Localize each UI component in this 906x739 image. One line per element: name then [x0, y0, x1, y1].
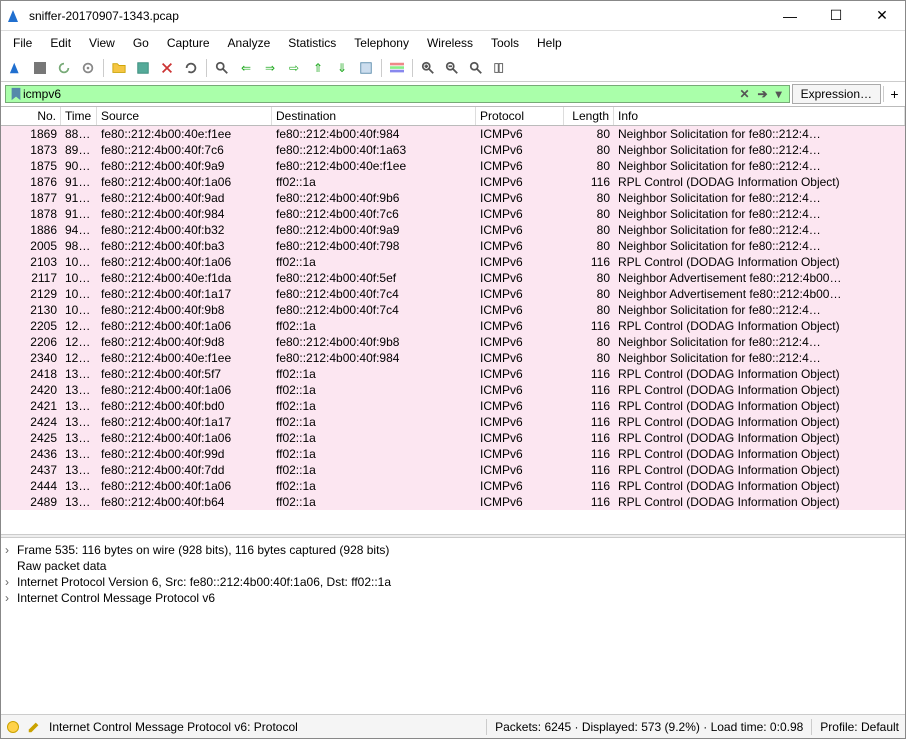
packet-row[interactable]: 187791…fe80::212:4b00:40f:9adfe80::212:4…: [1, 190, 905, 206]
close-button[interactable]: ✕: [859, 1, 905, 31]
packet-details[interactable]: ›Frame 535: 116 bytes on wire (928 bits)…: [1, 538, 905, 714]
packet-row[interactable]: 234012…fe80::212:4b00:40e:f1eefe80::212:…: [1, 350, 905, 366]
detail-row[interactable]: ›Internet Protocol Version 6, Src: fe80:…: [5, 574, 901, 590]
packet-row[interactable]: 242013…fe80::212:4b00:40f:1a06ff02::1aIC…: [1, 382, 905, 398]
menu-analyze[interactable]: Analyze: [220, 33, 279, 53]
menubar: File Edit View Go Capture Analyze Statis…: [1, 31, 905, 55]
zoom-in-icon[interactable]: [417, 57, 439, 79]
menu-telephony[interactable]: Telephony: [346, 33, 417, 53]
go-last-icon[interactable]: ⇓: [331, 57, 353, 79]
packet-row[interactable]: 187389…fe80::212:4b00:40f:7c6fe80::212:4…: [1, 142, 905, 158]
toolbar: ⇐ ⇒ ⇨ ⇑ ⇓: [1, 55, 905, 82]
status-left: Internet Control Message Protocol v6: Pr…: [49, 720, 298, 734]
packet-row[interactable]: 248913…fe80::212:4b00:40f:b64ff02::1aICM…: [1, 494, 905, 510]
minimize-button[interactable]: —: [767, 1, 813, 31]
packet-row[interactable]: 220612…fe80::212:4b00:40f:9d8fe80::212:4…: [1, 334, 905, 350]
expert-info-icon[interactable]: [7, 721, 19, 733]
packet-row[interactable]: 187891…fe80::212:4b00:40f:984fe80::212:4…: [1, 206, 905, 222]
toolbar-separator: [381, 59, 382, 77]
toolbar-separator: [206, 59, 207, 77]
maximize-button[interactable]: ☐: [813, 1, 859, 31]
packet-row[interactable]: 211710…fe80::212:4b00:40e:f1dafe80::212:…: [1, 270, 905, 286]
col-source[interactable]: Source: [97, 107, 272, 125]
col-no[interactable]: No.: [1, 107, 61, 125]
go-back-icon[interactable]: ⇐: [235, 57, 257, 79]
toolbar-separator: [412, 59, 413, 77]
apply-filter-icon[interactable]: ➔: [754, 87, 772, 101]
menu-tools[interactable]: Tools: [483, 33, 527, 53]
menu-view[interactable]: View: [81, 33, 123, 53]
resize-columns-icon[interactable]: [489, 57, 511, 79]
col-protocol[interactable]: Protocol: [476, 107, 564, 125]
app-icon: [7, 8, 23, 24]
col-length[interactable]: Length: [564, 107, 614, 125]
restart-capture-icon[interactable]: [53, 57, 75, 79]
packet-row[interactable]: 242413…fe80::212:4b00:40f:1a17ff02::1aIC…: [1, 414, 905, 430]
bookmark-icon[interactable]: [9, 87, 23, 101]
detail-row[interactable]: Raw packet data: [5, 558, 901, 574]
packet-row[interactable]: 188694…fe80::212:4b00:40f:b32fe80::212:4…: [1, 222, 905, 238]
save-file-icon[interactable]: [132, 57, 154, 79]
colorize-icon[interactable]: [386, 57, 408, 79]
packet-row[interactable]: 220512…fe80::212:4b00:40f:1a06ff02::1aIC…: [1, 318, 905, 334]
display-filter-input[interactable]: [23, 87, 735, 101]
add-filter-button[interactable]: +: [883, 86, 901, 102]
open-file-icon[interactable]: [108, 57, 130, 79]
stop-capture-icon[interactable]: [29, 57, 51, 79]
packet-row[interactable]: 186988…fe80::212:4b00:40e:f1eefe80::212:…: [1, 126, 905, 142]
packet-row[interactable]: 187590…fe80::212:4b00:40f:9a9fe80::212:4…: [1, 158, 905, 174]
packet-row[interactable]: 213010…fe80::212:4b00:40f:9b8fe80::212:4…: [1, 302, 905, 318]
close-file-icon[interactable]: [156, 57, 178, 79]
status-stats: Packets: 6245 · Displayed: 573 (9.2%) · …: [495, 720, 803, 734]
packet-row[interactable]: 243613…fe80::212:4b00:40f:99dff02::1aICM…: [1, 446, 905, 462]
capture-options-icon[interactable]: [77, 57, 99, 79]
col-time[interactable]: Time: [61, 107, 97, 125]
packet-row[interactable]: 244413…fe80::212:4b00:40f:1a06ff02::1aIC…: [1, 478, 905, 494]
packet-row[interactable]: 242113…fe80::212:4b00:40f:bd0ff02::1aICM…: [1, 398, 905, 414]
packet-list[interactable]: 186988…fe80::212:4b00:40e:f1eefe80::212:…: [1, 126, 905, 534]
titlebar: sniffer-20170907-1343.pcap — ☐ ✕: [1, 1, 905, 31]
clear-filter-icon[interactable]: ✕: [735, 87, 753, 101]
expression-button[interactable]: Expression…: [792, 84, 881, 104]
zoom-reset-icon[interactable]: [465, 57, 487, 79]
auto-scroll-icon[interactable]: [355, 57, 377, 79]
menu-statistics[interactable]: Statistics: [280, 33, 344, 53]
menu-capture[interactable]: Capture: [159, 33, 218, 53]
col-info[interactable]: Info: [614, 107, 905, 125]
go-forward-icon[interactable]: ⇒: [259, 57, 281, 79]
status-profile[interactable]: Profile: Default: [820, 720, 899, 734]
menu-wireless[interactable]: Wireless: [419, 33, 481, 53]
packet-row[interactable]: 212910…fe80::212:4b00:40f:1a17fe80::212:…: [1, 286, 905, 302]
menu-file[interactable]: File: [5, 33, 40, 53]
display-filter-box[interactable]: ✕ ➔ ▾: [5, 85, 790, 103]
packet-row[interactable]: 242513…fe80::212:4b00:40f:1a06ff02::1aIC…: [1, 430, 905, 446]
menu-edit[interactable]: Edit: [42, 33, 79, 53]
status-bar: Internet Control Message Protocol v6: Pr…: [1, 714, 905, 738]
detail-row[interactable]: ›Internet Control Message Protocol v6: [5, 590, 901, 606]
packet-row[interactable]: 243713…fe80::212:4b00:40f:7ddff02::1aICM…: [1, 462, 905, 478]
packet-row[interactable]: 187691…fe80::212:4b00:40f:1a06ff02::1aIC…: [1, 174, 905, 190]
menu-go[interactable]: Go: [125, 33, 157, 53]
zoom-out-icon[interactable]: [441, 57, 463, 79]
menu-help[interactable]: Help: [529, 33, 570, 53]
packet-list-header: No. Time Source Destination Protocol Len…: [1, 106, 905, 126]
window-title: sniffer-20170907-1343.pcap: [29, 9, 767, 23]
go-first-icon[interactable]: ⇑: [307, 57, 329, 79]
go-to-packet-icon[interactable]: ⇨: [283, 57, 305, 79]
start-capture-icon[interactable]: [5, 57, 27, 79]
reload-file-icon[interactable]: [180, 57, 202, 79]
toolbar-separator: [103, 59, 104, 77]
filter-bar: ✕ ➔ ▾ Expression… +: [1, 82, 905, 106]
find-packet-icon[interactable]: [211, 57, 233, 79]
filter-history-icon[interactable]: ▾: [772, 87, 786, 101]
edit-capture-comment-icon[interactable]: [27, 720, 41, 734]
detail-row[interactable]: ›Frame 535: 116 bytes on wire (928 bits)…: [5, 542, 901, 558]
packet-row[interactable]: 210310…fe80::212:4b00:40f:1a06ff02::1aIC…: [1, 254, 905, 270]
packet-row[interactable]: 241813…fe80::212:4b00:40f:5f7ff02::1aICM…: [1, 366, 905, 382]
packet-row[interactable]: 200598…fe80::212:4b00:40f:ba3fe80::212:4…: [1, 238, 905, 254]
col-destination[interactable]: Destination: [272, 107, 476, 125]
